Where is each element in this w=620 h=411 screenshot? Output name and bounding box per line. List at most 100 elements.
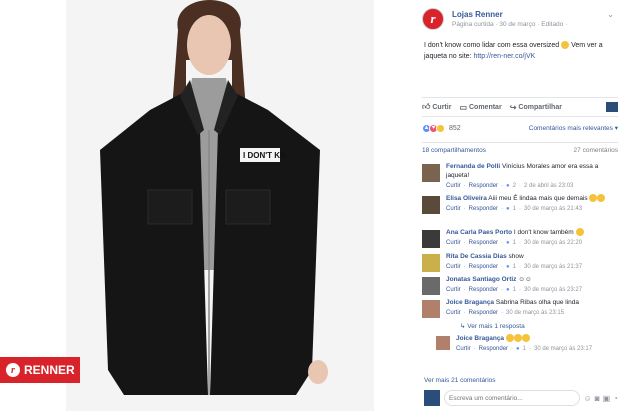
comment-like-count: 1 <box>512 240 516 246</box>
post-text-main: I don't know como lidar com essa oversiz… <box>424 42 560 49</box>
wow-emoji-icon <box>575 228 584 237</box>
commenter-name[interactable]: Elisa Oliveira <box>446 195 487 202</box>
more-comments-link[interactable]: Ver mais 21 comentários <box>424 377 496 384</box>
comment-like-link[interactable]: Curtir <box>446 205 461 214</box>
commenter-avatar[interactable] <box>422 254 440 272</box>
reaction-count: 852 <box>449 124 461 132</box>
page-avatar[interactable]: r <box>422 8 444 30</box>
brand-name: RENNER <box>24 363 75 377</box>
wow-reaction-icon <box>436 123 445 133</box>
svg-text:I DON'T KN: I DON'T KN <box>243 151 286 160</box>
comment-input[interactable] <box>444 390 580 406</box>
comment-like-count: 1 <box>512 206 516 212</box>
comment-reply-link[interactable]: Responder <box>469 239 498 248</box>
comment-text: ☺☺ <box>518 276 532 283</box>
comment-like-count: 2 <box>512 183 516 189</box>
replier-name[interactable]: Joice Bragança <box>456 335 504 342</box>
commenter-name[interactable]: Joice Bragança <box>446 299 494 306</box>
reply-time: 30 de março às 23:17 <box>534 346 593 352</box>
comment-text: Aiii meu É lindaa mais que demais <box>488 195 588 202</box>
comment-reply-link[interactable]: Responder <box>469 263 498 272</box>
comment-like-link[interactable]: Curtir <box>446 239 461 248</box>
comment-text: I don't know também <box>513 229 574 236</box>
reactions-bar[interactable]: ▲ ♥ 852 Comentários mais relevantes ▾ <box>422 121 618 135</box>
like-button[interactable]: 👍︎ Curtir <box>422 102 451 112</box>
comment-button[interactable]: ▭ Comentar <box>459 103 501 112</box>
post-side-panel: r Lojas Renner Página curtida · 30 de ma… <box>414 0 620 411</box>
comment-text: show <box>508 253 524 260</box>
like-label: Curtir <box>432 103 452 111</box>
comment-time: 30 de março às 21:37 <box>524 264 583 270</box>
reply-like-count: 1 <box>522 346 526 352</box>
commenter-name[interactable]: Jonatas Santiago Ortiz <box>446 276 516 283</box>
thumbs-up-icon: ● <box>506 206 510 212</box>
commenter-avatar[interactable] <box>422 196 440 214</box>
shares-count[interactable]: 18 compartilhamentos <box>422 147 486 156</box>
comment-time: 30 de março às 22:20 <box>524 240 583 246</box>
commenter-name[interactable]: Rita De Cassia Dias <box>446 253 507 260</box>
heart-eyes-emoji-icon <box>521 334 530 343</box>
chevron-down-icon[interactable]: ⌄ <box>607 10 614 19</box>
share-as-avatar[interactable] <box>606 102 618 112</box>
commenter-name[interactable]: Fernanda de Polli <box>446 163 500 170</box>
reply-arrow-icon: ↳ <box>460 323 466 330</box>
comments-count[interactable]: 27 comentários <box>574 147 618 156</box>
comment-like-count: 1 <box>512 287 516 293</box>
comment-reply-link[interactable]: Responder <box>469 309 498 318</box>
comment-like-link[interactable]: Curtir <box>446 182 461 191</box>
comment-like-count: 1 <box>512 264 516 270</box>
engagement-counts: 18 compartilhamentos 27 comentários <box>422 142 618 156</box>
commenter-avatar[interactable] <box>422 277 440 295</box>
post-link[interactable]: http://ren-ner.co/jVK <box>473 53 535 60</box>
comment-label: Comentar <box>469 103 502 111</box>
heart-eyes-emoji-icon <box>561 41 570 50</box>
page-name-link[interactable]: Lojas Renner <box>452 10 503 19</box>
comment-sort-dropdown[interactable]: Comentários mais relevantes ▾ <box>529 124 618 132</box>
share-label: Compartilhar <box>518 103 562 111</box>
sticker-icon[interactable]: ◔ <box>613 394 618 403</box>
commenter-name[interactable]: Ana Carla Paes Porto <box>446 229 512 236</box>
thumbs-up-icon: ● <box>506 183 510 189</box>
view-replies-label: Ver mais 1 resposta <box>467 323 525 330</box>
comment-time: 30 de março às 21:43 <box>524 206 583 212</box>
gif-icon[interactable]: ▣ <box>603 394 611 403</box>
comment-like-link[interactable]: Curtir <box>446 309 461 318</box>
share-button[interactable]: ↪ Compartilhar <box>510 103 562 112</box>
reply-like-link[interactable]: Curtir <box>456 345 471 354</box>
post-header: r Lojas Renner Página curtida · 30 de ma… <box>422 6 618 34</box>
composer-tools: ☺ ◙ ▣ ◔ <box>584 394 618 403</box>
thumbs-up-icon: ● <box>516 346 520 352</box>
comment-icon: ▭ <box>459 102 467 112</box>
replier-avatar[interactable] <box>436 336 450 350</box>
comment-reply-link[interactable]: Responder <box>469 205 498 214</box>
comment-like-link[interactable]: Curtir <box>446 286 461 295</box>
comment-reply-link[interactable]: Responder <box>469 182 498 191</box>
model-jacket-illustration: I DON'T KN <box>100 0 328 395</box>
view-more-replies-link[interactable]: ↳ Ver mais 1 resposta <box>460 322 525 330</box>
commenter-avatar[interactable] <box>422 300 440 318</box>
commenter-avatar[interactable] <box>422 164 440 182</box>
commenter-avatar[interactable] <box>422 230 440 248</box>
heart-eyes-emoji-icon <box>597 194 606 203</box>
heart-eyes-emoji-icon <box>505 334 514 343</box>
comment-text: Sabrina Ribas olha que linda <box>495 299 579 306</box>
thumbs-up-icon: 👍︎ <box>422 102 431 111</box>
post-meta: Página curtida · 30 de março · Editado · <box>452 21 568 28</box>
renner-r-icon: r <box>6 363 20 377</box>
post-photo[interactable]: I DON'T KN r RENNER <box>0 0 414 411</box>
emoji-icon[interactable]: ☺ <box>584 394 592 403</box>
thumbs-up-icon: ● <box>506 240 510 246</box>
thumbs-up-icon: ● <box>506 264 510 270</box>
share-icon: ↪ <box>509 102 517 112</box>
reply-reply-link[interactable]: Responder <box>479 345 508 354</box>
comment-time: 30 de março às 23:27 <box>524 287 583 293</box>
comment-composer: ☺ ◙ ▣ ◔ <box>424 388 618 408</box>
comment-like-link[interactable]: Curtir <box>446 263 461 272</box>
comment-reply-link[interactable]: Responder <box>469 286 498 295</box>
thumbs-up-icon: ● <box>506 287 510 293</box>
renner-logo-badge: r RENNER <box>0 357 80 383</box>
heart-eyes-emoji-icon <box>589 194 598 203</box>
post-action-bar: 👍︎ Curtir ▭ Comentar ↪ Compartilhar <box>422 97 618 117</box>
camera-icon[interactable]: ◙ <box>595 394 600 403</box>
comment-time: 30 de março às 23:15 <box>506 310 565 316</box>
